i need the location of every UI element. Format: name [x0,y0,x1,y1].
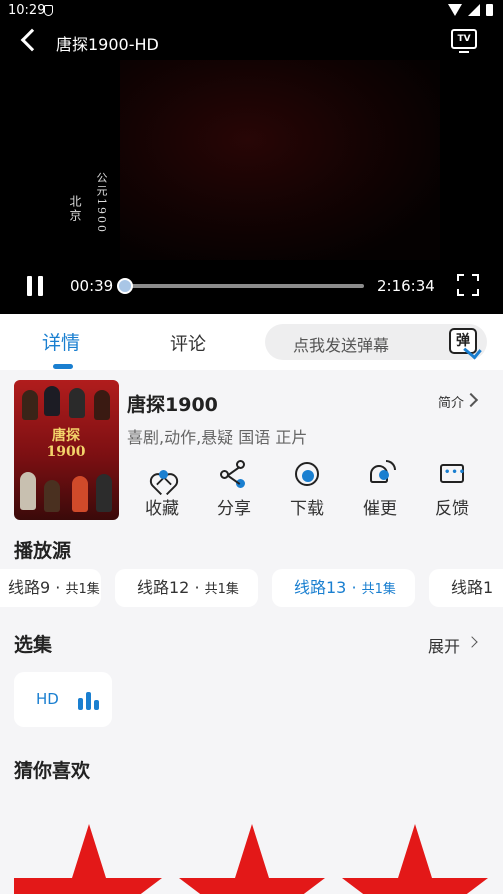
seek-thumb[interactable] [117,278,134,294]
movie-poster: 唐探1900 [14,380,119,520]
video-overlay-text-year: 公元1900 [95,172,108,234]
download-icon [293,460,321,488]
star-icon [179,824,325,894]
tab-comments[interactable]: 评论 [170,330,206,356]
details-content: 唐探1900 唐探1900 喜剧,动作,悬疑 国语 正片 简介 收藏 分享 下载… [0,370,503,894]
source-count: 共1集 [204,582,239,597]
chevron-right-icon[interactable] [463,392,479,408]
status-bar: 10:29 [0,0,503,22]
favorite-button[interactable]: 收藏 [132,458,192,519]
movie-title: 唐探1900 [127,394,218,416]
source-item[interactable]: 线路12 · 共1集 [115,569,258,607]
seek-bar[interactable] [117,278,364,294]
system-icons [448,4,493,16]
tab-indicator [53,364,73,369]
episodes-title: 选集 [14,634,53,656]
share-button[interactable]: 分享 [204,458,264,519]
intro-link[interactable]: 简介 [438,392,464,411]
share-icon [220,460,248,488]
danmaku-input[interactable]: 点我发送弹幕 弹 [265,324,487,360]
danmaku-toggle-icon[interactable]: 弹 [449,328,477,354]
video-title: 唐探1900-HD [56,35,159,54]
feedback-label: 反馈 [435,499,469,519]
urge-update-icon [366,460,396,488]
source-list[interactable]: 线路9 · 共1集 线路12 · 共1集 线路13 · 共1集 线路1 [0,569,503,607]
video-frame [120,60,440,260]
star-icon [342,824,488,894]
current-time: 00:39 [70,277,114,295]
playing-bars-icon [78,692,100,710]
recommend-title: 猜你喜欢 [14,760,91,782]
status-time: 10:29 [8,3,46,18]
download-button[interactable]: 下载 [277,458,337,519]
battery-icon [486,4,493,16]
total-time: 2:16:34 [377,277,435,295]
tab-bar: 详情 评论 点我发送弹幕 弹 [0,314,503,370]
urge-update-button[interactable]: 催更 [350,458,410,519]
star-icon [14,824,162,894]
recommend-item-placeholder[interactable] [340,822,490,894]
chevron-right-icon[interactable] [466,636,478,648]
tab-details[interactable]: 详情 [42,328,80,355]
source-name: 线路1 [451,578,494,597]
source-count: 共1集 [361,582,396,597]
feedback-button[interactable]: ••• 反馈 [422,458,482,519]
sources-title: 播放源 [14,540,72,562]
fullscreen-icon[interactable] [457,274,479,296]
action-row: 收藏 分享 下载 催更 ••• 反馈 [127,458,487,522]
poster-title: 唐探1900 [46,428,86,460]
cast-tv-icon[interactable]: TV [451,29,477,53]
source-name: 线路13 [294,578,347,597]
player-controls: 00:39 2:16:34 [0,268,503,304]
danmaku-placeholder: 点我发送弹幕 [293,336,390,355]
source-item-active[interactable]: 线路13 · 共1集 [272,569,415,607]
recommend-item-placeholder[interactable] [177,822,327,894]
expand-button[interactable]: 展开 [428,633,460,657]
source-item[interactable]: 线路9 · 共1集 [0,569,101,607]
favorite-icon [148,460,176,488]
signal-icon [468,4,480,16]
episode-item[interactable]: HD [14,672,112,727]
favorite-label: 收藏 [145,499,179,519]
video-player[interactable]: 10:29 唐探1900-HD TV 公元1900 北京 00:39 2:16:… [0,0,503,314]
back-icon[interactable] [20,28,44,52]
source-item[interactable]: 线路1 [429,569,503,607]
player-top-bar: 唐探1900-HD TV [0,26,503,58]
feedback-icon: ••• [438,460,466,488]
source-name: 线路12 [137,578,190,597]
shield-icon [44,5,53,16]
share-label: 分享 [217,499,251,519]
download-label: 下载 [290,499,324,519]
source-count: 共1集 [65,582,100,597]
urge-update-label: 催更 [363,499,397,519]
pause-icon[interactable] [26,276,44,296]
video-overlay-text-city: 北京 [68,195,82,223]
movie-tags: 喜剧,动作,悬疑 国语 正片 [127,428,308,447]
wifi-icon [448,4,462,16]
source-name: 线路9 [8,578,51,597]
recommend-item-placeholder[interactable] [14,822,164,894]
episode-label: HD [36,690,59,708]
